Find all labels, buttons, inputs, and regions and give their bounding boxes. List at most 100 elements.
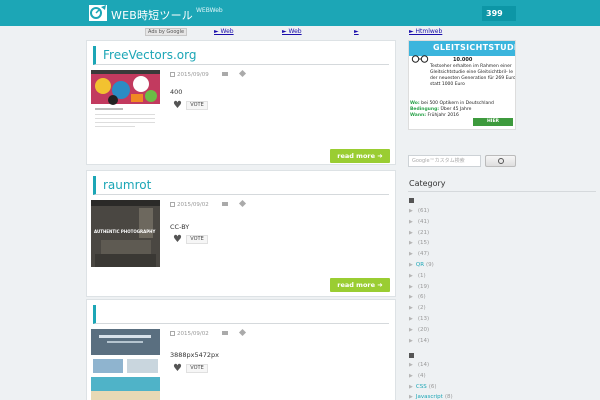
calendar-icon <box>170 331 175 336</box>
category-count: (6) <box>417 294 426 301</box>
post-date: 2015/09/02 <box>177 202 209 208</box>
category-count: (47) <box>417 251 430 258</box>
category-item[interactable]: ▶ (19) <box>409 282 589 293</box>
ad-link-web-2[interactable]: ► Web <box>282 28 302 35</box>
sidebar: ► Htmlweb GLEITSICHTSTUDIE 10.000 Testse… <box>404 26 600 400</box>
chevron-right-icon: ▶ <box>409 337 413 344</box>
ad-where-key: Wo: <box>410 101 420 106</box>
tag-icon[interactable] <box>239 328 247 337</box>
post-thumbnail[interactable]: AUTHENTIC PHOTOGRAPHY <box>91 200 160 267</box>
folder-icon[interactable] <box>222 72 229 76</box>
category-item[interactable]: ▶ (15) <box>409 238 589 249</box>
category-item[interactable]: ▶ (6) <box>409 292 589 303</box>
category-name[interactable]: QR <box>416 262 424 268</box>
folder-icon[interactable] <box>222 202 229 206</box>
category-item[interactable]: ▶ QR (9) <box>409 260 589 271</box>
site-logo-text[interactable]: WEB時短ツール <box>111 7 193 23</box>
sidebar-ad-link[interactable]: ► Htmlweb <box>409 28 442 35</box>
post-date: 2015/09/09 <box>177 72 209 78</box>
calendar-icon <box>170 72 175 77</box>
vote-button[interactable]: VOTE <box>186 101 208 110</box>
ads-by-google-label[interactable]: Ads by Google <box>145 28 188 36</box>
ad-body-text: Testseher erhalten im Rahmen einer Gleit… <box>430 64 516 87</box>
post-meta: 2015/09/09 <box>170 69 380 81</box>
category-name[interactable]: Javascript <box>416 394 443 400</box>
glasses-icon <box>411 55 429 63</box>
category-count: (61) <box>417 208 430 214</box>
post-title[interactable]: raumrot <box>103 178 151 192</box>
category-group-marker <box>409 353 414 358</box>
category-item[interactable]: ▶ (2) <box>409 303 589 314</box>
post-excerpt: 400 <box>170 88 183 96</box>
category-group-marker <box>409 198 414 203</box>
post-card: 2015/09/02 3888px5472px ♥ VOTE <box>86 299 396 400</box>
post-thumbnail[interactable] <box>91 70 160 137</box>
chevron-right-icon: ▶ <box>409 362 413 368</box>
ad-link-bar: Ads by Google ► Web ► Web ► <box>86 27 398 38</box>
ad-signup-button[interactable]: HIER ANMELDEN <box>473 118 513 129</box>
search-button[interactable] <box>485 155 516 167</box>
read-more-button[interactable]: read more ➜ <box>330 149 390 163</box>
vote-button[interactable]: VOTE <box>186 235 208 244</box>
tag-icon[interactable] <box>239 199 247 208</box>
chevron-right-icon: ▶ <box>409 394 413 400</box>
category-item[interactable]: ▶ (20) <box>409 325 589 336</box>
site-tagline: WEBWeb <box>196 7 223 14</box>
category-list: ▶ (61) ▶ (41) ▶ (21) ▶ (15) ▶ (47) ▶ QR (9) ▶ (1) ▶ (19)… <box>409 206 589 346</box>
post-thumbnail[interactable] <box>91 329 160 400</box>
post-date: 2015/09/02 <box>177 331 209 337</box>
read-more-button[interactable]: read more ➜ <box>330 278 390 292</box>
category-item[interactable]: ▶ Javascript (8) <box>409 392 589 400</box>
category-name[interactable]: CSS <box>416 384 427 390</box>
chevron-right-icon: ▶ <box>409 240 413 247</box>
category-heading: Category <box>409 179 446 188</box>
ad-condition-value: Über 45 Jahre <box>440 107 472 112</box>
heart-icon[interactable]: ♥ <box>173 101 183 111</box>
ad-details: Wo: bei 500 Optikern in Deutschland Bedi… <box>410 101 514 119</box>
sidebar-banner-ad[interactable]: GLEITSICHTSTUDIE 10.000 Testseher erhalt… <box>408 40 516 130</box>
category-item[interactable]: ▶ (41) <box>409 217 589 228</box>
chevron-right-icon: ▶ <box>409 251 413 258</box>
chevron-right-icon: ▶ <box>409 372 413 379</box>
chevron-right-icon: ▶ <box>409 218 413 225</box>
category-item[interactable]: ▶ (47) <box>409 249 589 260</box>
heart-icon[interactable]: ♥ <box>173 235 183 245</box>
chevron-right-icon: ▶ <box>409 229 413 236</box>
category-item[interactable]: ▶ (14) <box>409 360 589 371</box>
category-item[interactable]: ▶ (4) <box>409 371 589 382</box>
post-excerpt: CC-BY <box>170 223 190 231</box>
ad-where-value: bei 500 Optikern in Deutschland <box>421 101 494 106</box>
tag-icon[interactable] <box>239 69 247 78</box>
category-item[interactable]: ▶ (1) <box>409 271 589 282</box>
post-title[interactable]: FreeVectors.org <box>103 48 196 62</box>
post-card: raumrot AUTHENTIC PHOTOGRAPHY 2015/09/02… <box>86 170 396 297</box>
category-item[interactable]: ▶ (61) <box>409 206 589 217</box>
heart-icon[interactable]: ♥ <box>173 364 183 374</box>
ad-link-3[interactable]: ► <box>354 28 359 35</box>
post-title-row: raumrot <box>93 176 389 195</box>
item-count-badge: 399 <box>482 6 516 21</box>
post-excerpt: 3888px5472px <box>170 351 220 359</box>
post-title-row <box>93 305 389 324</box>
category-item[interactable]: ▶ (21) <box>409 228 589 239</box>
chevron-right-icon: ▶ <box>409 208 413 214</box>
category-count: (21) <box>417 229 430 236</box>
search-input[interactable]: Google™カスタム検索 <box>408 155 481 167</box>
category-count: (14) <box>417 337 430 344</box>
folder-icon[interactable] <box>222 331 229 335</box>
vote-button[interactable]: VOTE <box>186 364 208 373</box>
category-count: (4) <box>417 372 426 379</box>
category-item[interactable]: ▶ (14) <box>409 336 589 347</box>
category-count: (41) <box>417 218 430 225</box>
category-item[interactable]: ▶ CSS (6) <box>409 382 589 393</box>
chevron-right-icon: ▶ <box>409 315 413 322</box>
ad-when-key: Wann: <box>410 113 427 118</box>
chevron-right-icon: ▶ <box>409 294 413 301</box>
stopwatch-runner-icon[interactable] <box>88 4 108 22</box>
category-count: (6) <box>428 383 437 390</box>
ad-brand: GLEITSICHTSTUDIE <box>409 41 515 56</box>
ad-condition-key: Bedingung: <box>410 107 440 112</box>
ad-link-web-1[interactable]: ► Web <box>214 28 234 35</box>
category-item[interactable]: ▶ (13) <box>409 314 589 325</box>
post-card: FreeVectors.org 2015/09/09 400 ♥ VOTE re… <box>86 40 396 165</box>
